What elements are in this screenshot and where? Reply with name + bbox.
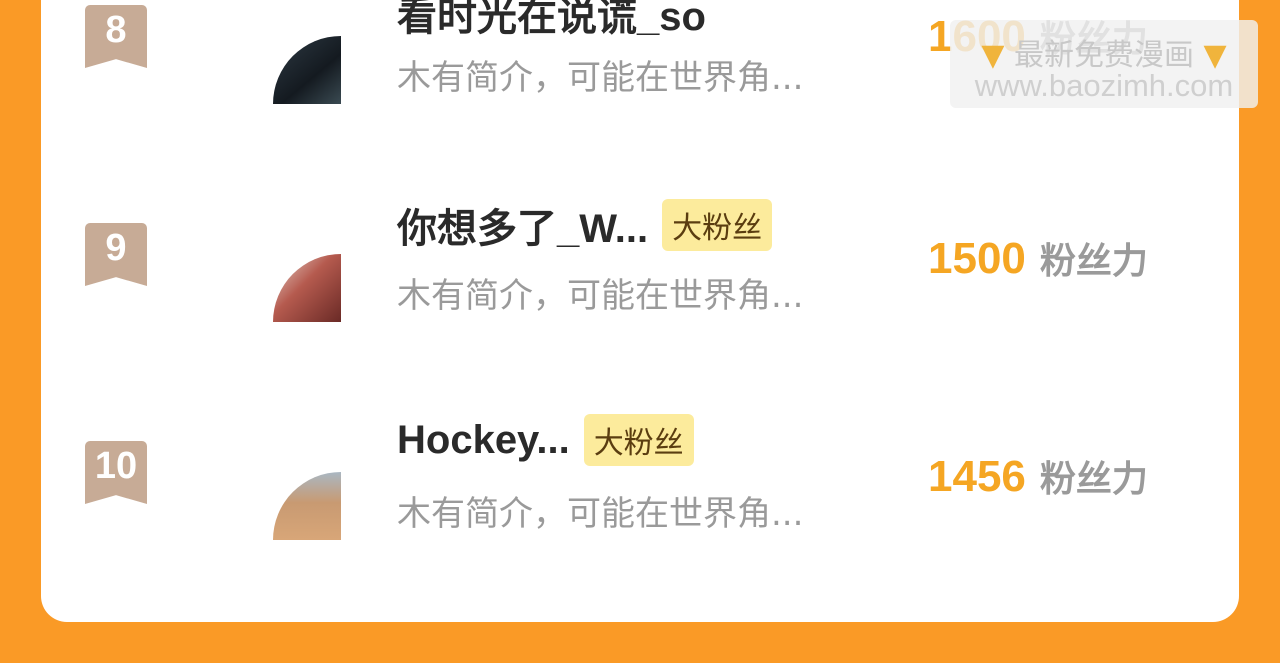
rank-number: 9: [105, 227, 127, 269]
watermark-url[interactable]: www.baozimh.com: [950, 68, 1258, 104]
avatar[interactable]: [273, 472, 341, 540]
user-bio: 木有简介，可能在世界角...: [397, 276, 804, 316]
user-bio: 木有简介，可能在世界角...: [397, 58, 804, 98]
name-line: 看时光在说谎_so: [397, 0, 706, 42]
big-fan-badge: 大粉丝: [583, 414, 694, 466]
user-name[interactable]: Hockey...: [397, 418, 570, 463]
fan-score-value: 1456: [928, 452, 1026, 501]
ranking-row[interactable]: 9 你想多了_W... 大粉丝 木有简介，可能在世界角... 1500 粉丝力: [41, 188, 1239, 338]
avatar[interactable]: [273, 36, 341, 104]
fan-score: 1500 粉丝力: [928, 232, 1148, 284]
fan-score-value: 1500: [928, 234, 1026, 283]
watermark-overlay[interactable]: ▼ 最新免费漫画 ▼ www.baozimh.com: [950, 20, 1258, 108]
rank-badge: 10: [85, 441, 147, 504]
ranking-row[interactable]: 10 Hockey... 大粉丝 木有简介，可能在世界角... 1456 粉丝力: [41, 406, 1239, 556]
name-line: 你想多了_W... 大粉丝: [397, 196, 773, 254]
big-fan-badge: 大粉丝: [662, 199, 773, 251]
fan-score-unit: 粉丝力: [1039, 459, 1148, 500]
user-name[interactable]: 你想多了_W...: [397, 196, 648, 254]
rank-badge: 9: [85, 223, 147, 286]
fan-score-unit: 粉丝力: [1039, 241, 1148, 282]
name-line: Hockey... 大粉丝: [397, 414, 694, 466]
rank-number: 8: [105, 9, 127, 51]
rank-number: 10: [94, 445, 138, 487]
avatar[interactable]: [273, 254, 341, 322]
user-name[interactable]: 看时光在说谎_so: [397, 0, 706, 42]
rank-badge: 8: [85, 5, 147, 68]
user-bio: 木有简介，可能在世界角...: [397, 494, 804, 534]
fan-score: 1456 粉丝力: [928, 450, 1148, 502]
